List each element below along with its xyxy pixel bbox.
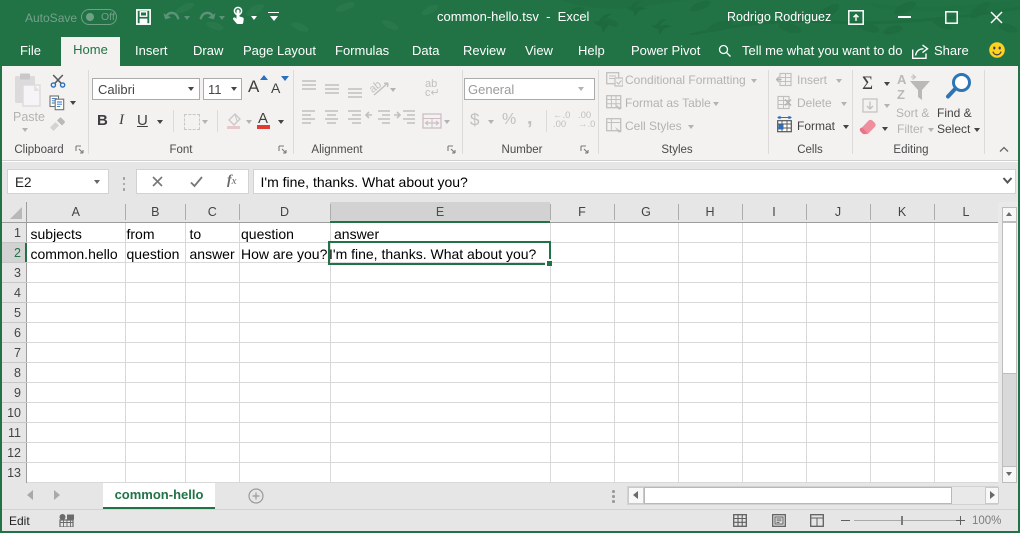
svg-text:A: A	[897, 72, 907, 87]
svg-text:ab: ab	[367, 79, 384, 96]
svg-text:Z: Z	[897, 87, 905, 102]
